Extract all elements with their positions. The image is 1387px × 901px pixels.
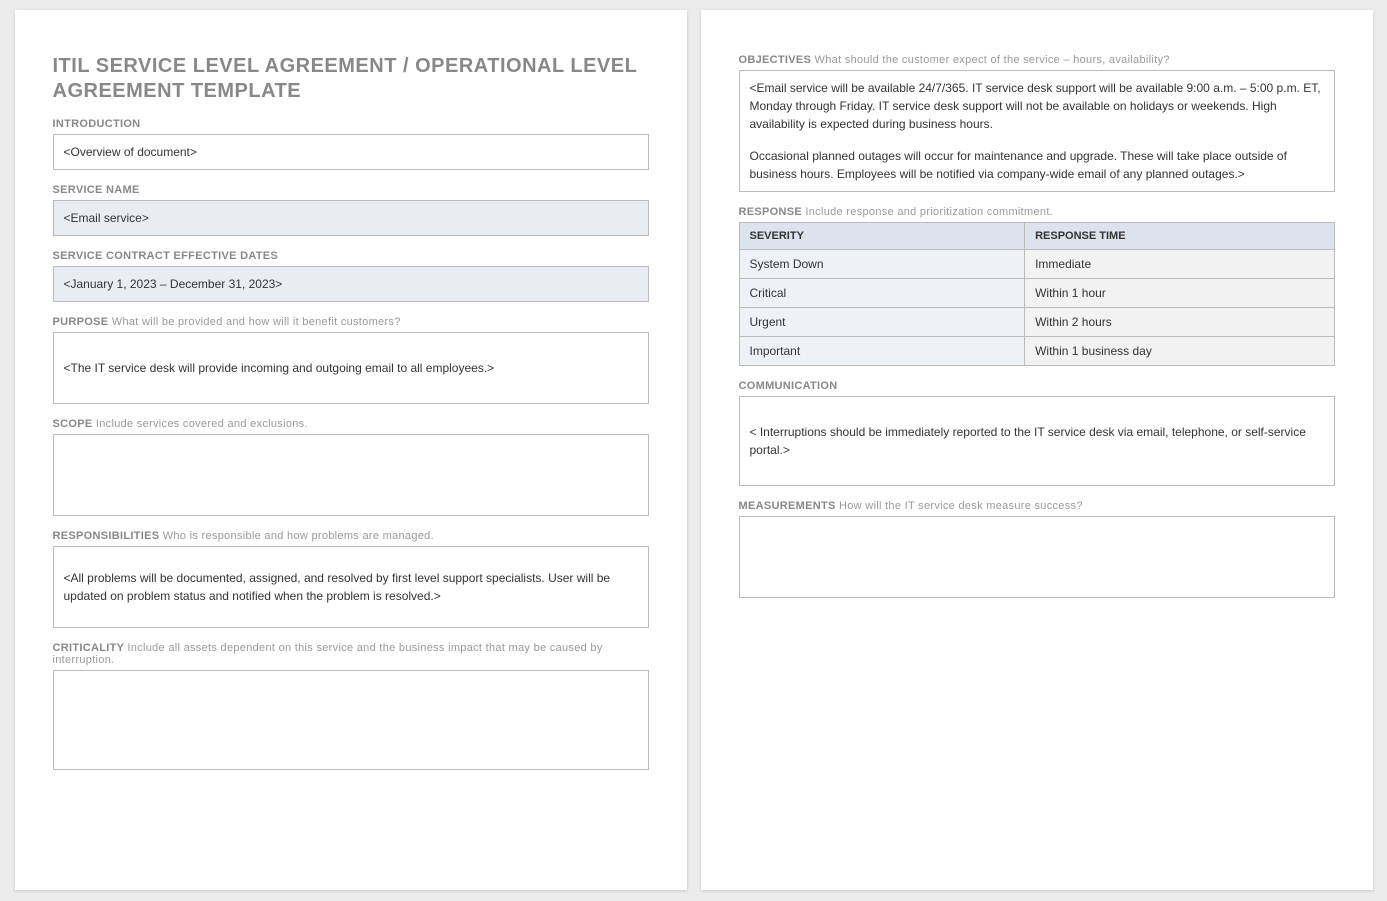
- field-purpose[interactable]: <The IT service desk will provide incomi…: [53, 332, 649, 404]
- document-title: ITIL SERVICE LEVEL AGREEMENT / OPERATION…: [53, 54, 649, 104]
- table-row: Urgent Within 2 hours: [739, 308, 1334, 337]
- label-purpose-text: PURPOSE: [53, 316, 109, 328]
- label-introduction: INTRODUCTION: [53, 118, 649, 130]
- label-effective-dates: SERVICE CONTRACT EFFECTIVE DATES: [53, 250, 649, 262]
- response-table: SEVERITY RESPONSE TIME System Down Immed…: [739, 222, 1335, 366]
- field-criticality[interactable]: [53, 670, 649, 770]
- field-communication[interactable]: < Interruptions should be immediately re…: [739, 396, 1335, 486]
- objectives-para-2: Occasional planned outages will occur fo…: [750, 147, 1324, 183]
- label-service-name: SERVICE NAME: [53, 184, 649, 196]
- label-criticality: CRITICALITY Include all assets dependent…: [53, 642, 649, 666]
- hint-purpose: What will be provided and how will it be…: [112, 316, 401, 328]
- label-measurements-text: MEASUREMENTS: [739, 500, 836, 512]
- table-row: System Down Immediate: [739, 250, 1334, 279]
- label-scope: SCOPE Include services covered and exclu…: [53, 418, 649, 430]
- label-criticality-text: CRITICALITY: [53, 642, 125, 654]
- hint-response: Include response and prioritization comm…: [805, 206, 1053, 218]
- field-measurements[interactable]: [739, 516, 1335, 598]
- cell-severity: Important: [739, 337, 1025, 366]
- field-scope[interactable]: [53, 434, 649, 516]
- hint-responsibilities: Who is responsible and how problems are …: [163, 530, 434, 542]
- label-objectives: OBJECTIVES What should the customer expe…: [739, 54, 1335, 66]
- cell-response-time: Immediate: [1025, 250, 1334, 279]
- label-responsibilities-text: RESPONSIBILITIES: [53, 530, 160, 542]
- label-responsibilities: RESPONSIBILITIES Who is responsible and …: [53, 530, 649, 542]
- label-measurements: MEASUREMENTS How will the IT service des…: [739, 500, 1335, 512]
- field-responsibilities[interactable]: <All problems will be documented, assign…: [53, 546, 649, 628]
- hint-measurements: How will the IT service desk measure suc…: [839, 500, 1083, 512]
- label-response-text: RESPONSE: [739, 206, 803, 218]
- field-objectives[interactable]: <Email service will be available 24/7/36…: [739, 70, 1335, 192]
- field-introduction[interactable]: <Overview of document>: [53, 134, 649, 170]
- label-response: RESPONSE Include response and prioritiza…: [739, 206, 1335, 218]
- cell-severity: System Down: [739, 250, 1025, 279]
- cell-severity: Critical: [739, 279, 1025, 308]
- cell-severity: Urgent: [739, 308, 1025, 337]
- th-severity: SEVERITY: [739, 223, 1025, 250]
- table-row: Critical Within 1 hour: [739, 279, 1334, 308]
- field-effective-dates[interactable]: <January 1, 2023 – December 31, 2023>: [53, 266, 649, 302]
- cell-response-time: Within 1 hour: [1025, 279, 1334, 308]
- page-1: ITIL SERVICE LEVEL AGREEMENT / OPERATION…: [15, 10, 687, 890]
- table-row: Important Within 1 business day: [739, 337, 1334, 366]
- cell-response-time: Within 2 hours: [1025, 308, 1334, 337]
- label-communication: COMMUNICATION: [739, 380, 1335, 392]
- page-2: OBJECTIVES What should the customer expe…: [701, 10, 1373, 890]
- hint-objectives: What should the customer expect of the s…: [815, 54, 1170, 66]
- objectives-para-1: <Email service will be available 24/7/36…: [750, 79, 1324, 133]
- field-service-name[interactable]: <Email service>: [53, 200, 649, 236]
- hint-criticality: Include all assets dependent on this ser…: [53, 642, 603, 666]
- hint-scope: Include services covered and exclusions.: [96, 418, 308, 430]
- label-scope-text: SCOPE: [53, 418, 93, 430]
- th-response-time: RESPONSE TIME: [1025, 223, 1334, 250]
- label-purpose: PURPOSE What will be provided and how wi…: [53, 316, 649, 328]
- label-objectives-text: OBJECTIVES: [739, 54, 812, 66]
- cell-response-time: Within 1 business day: [1025, 337, 1334, 366]
